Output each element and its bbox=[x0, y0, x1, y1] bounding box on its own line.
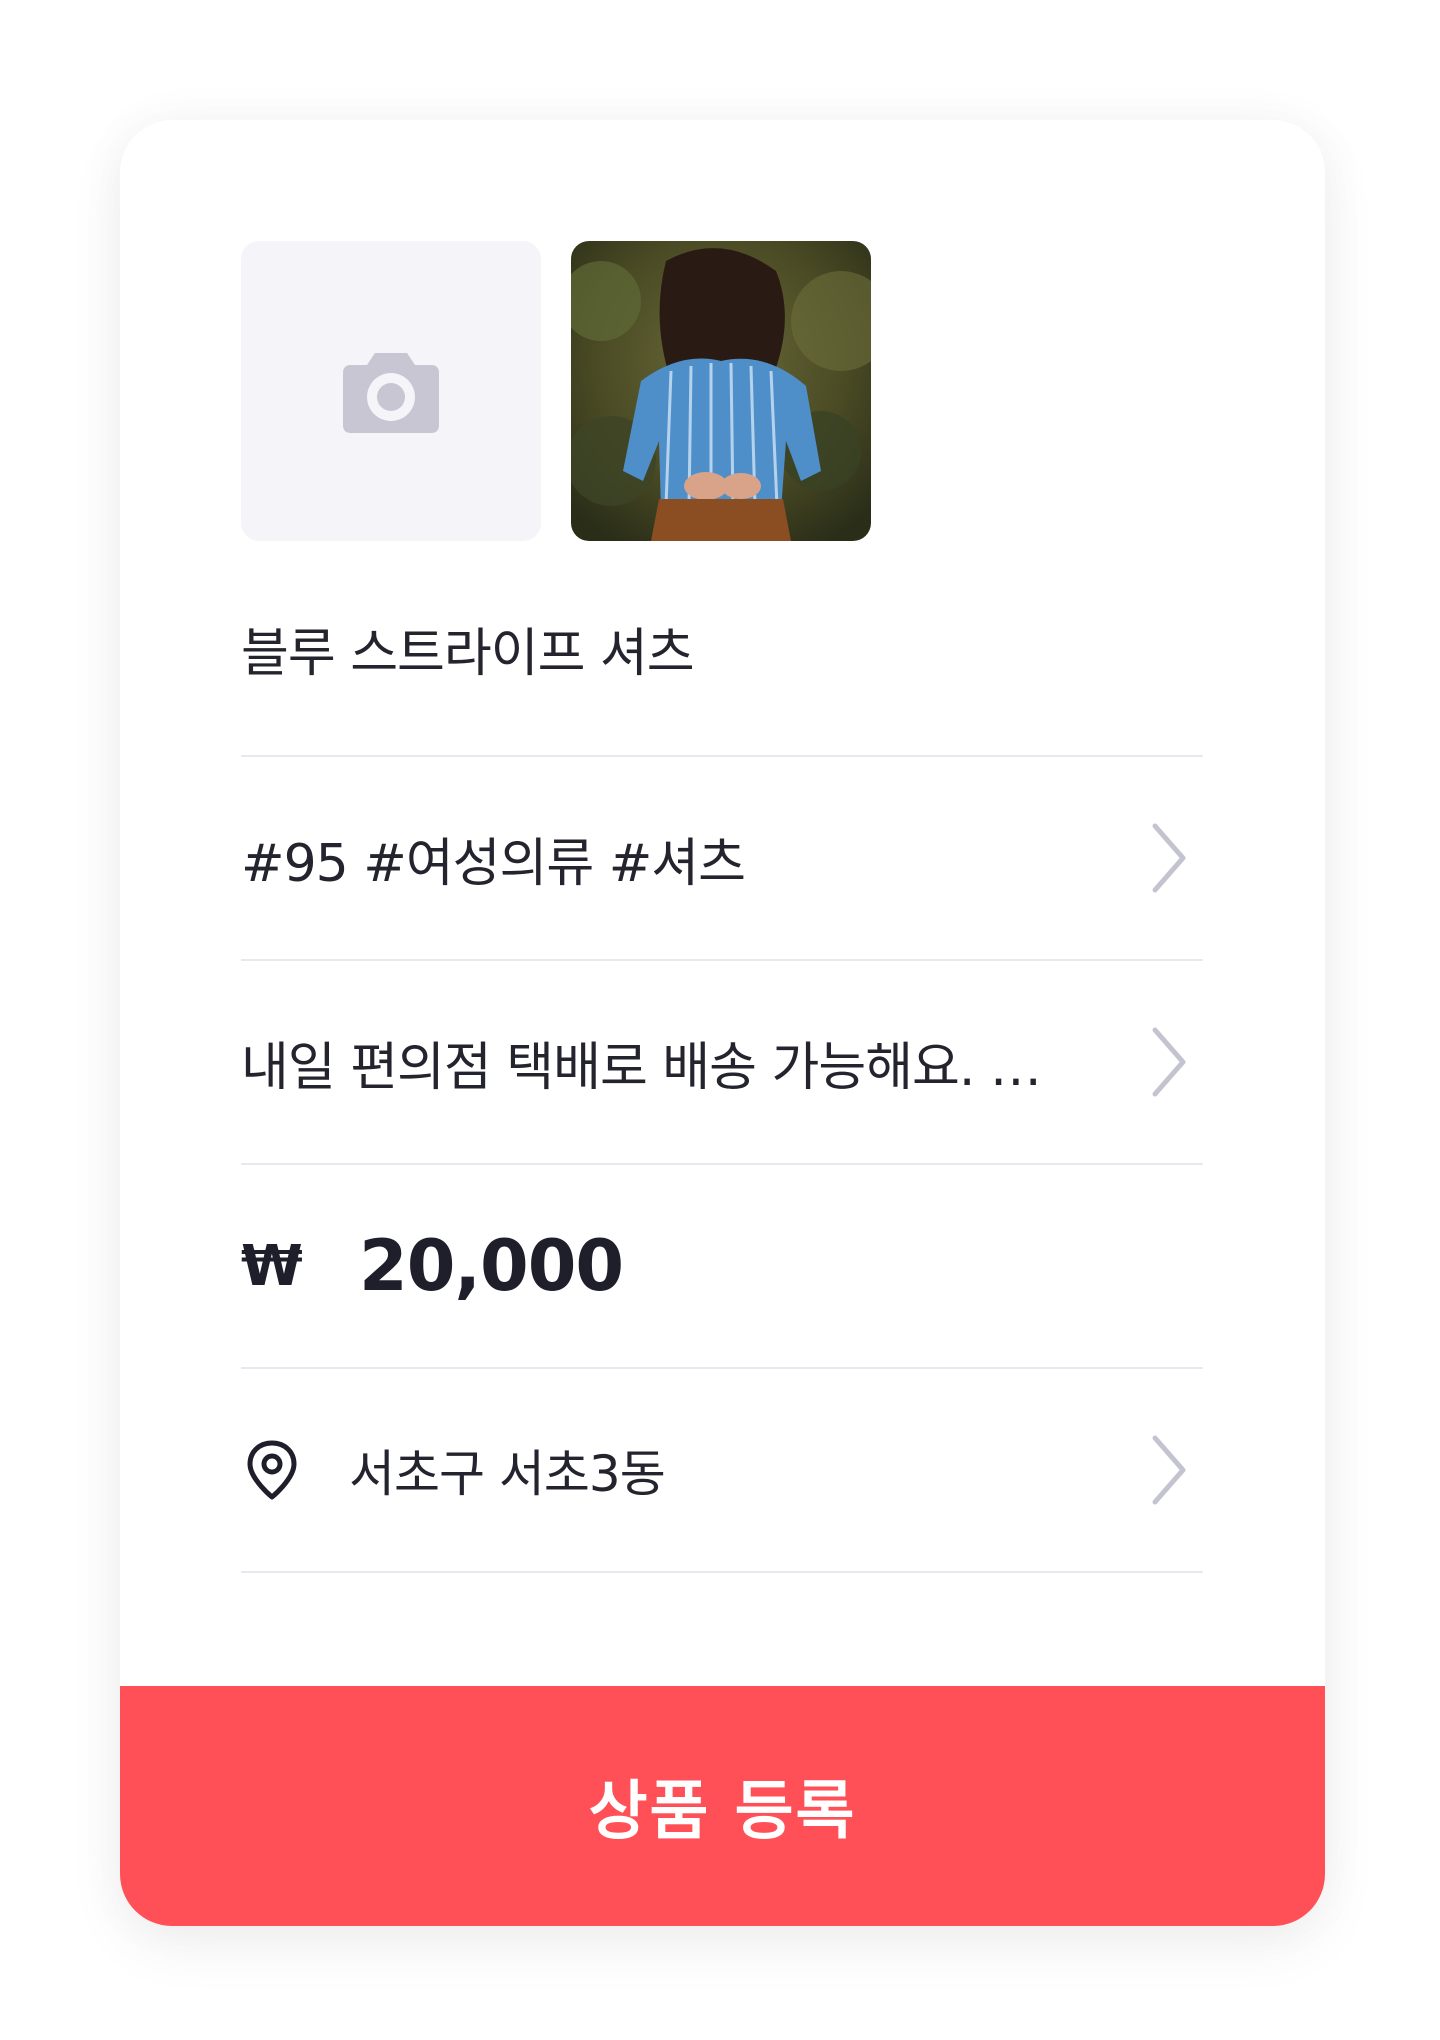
chevron-right-icon[interactable] bbox=[1149, 1434, 1189, 1506]
tags-value: #95 #여성의류 #셔츠 bbox=[241, 833, 746, 894]
chevron-right-icon[interactable] bbox=[1149, 822, 1189, 894]
add-photo-button[interactable] bbox=[241, 241, 541, 541]
location-pin-icon bbox=[247, 1440, 297, 1500]
product-photo[interactable] bbox=[571, 241, 871, 541]
price-amount: 20,000 bbox=[359, 1225, 624, 1307]
description-field[interactable]: 내일 편의점 택배로 배송 가능해요. … bbox=[241, 961, 1203, 1165]
price-field[interactable]: ₩ 20,000 bbox=[241, 1165, 1203, 1369]
location-value: 서초구 서초3동 bbox=[349, 1445, 666, 1503]
location-field[interactable]: 서초구 서초3동 bbox=[241, 1369, 1203, 1573]
submit-product-button[interactable]: 상품 등록 bbox=[120, 1686, 1325, 1926]
description-value: 내일 편의점 택배로 배송 가능해요. … bbox=[241, 1037, 1042, 1098]
photo-list bbox=[241, 241, 1203, 541]
chevron-right-icon[interactable] bbox=[1149, 1026, 1189, 1098]
currency-symbol: ₩ bbox=[241, 1233, 303, 1299]
tags-field[interactable]: #95 #여성의류 #셔츠 bbox=[241, 757, 1203, 961]
title-field[interactable]: 블루 스트라이프 셔츠 bbox=[241, 541, 1203, 757]
camera-icon bbox=[343, 353, 439, 433]
title-value: 블루 스트라이프 셔츠 bbox=[241, 623, 695, 684]
product-form-card: 블루 스트라이프 셔츠 #95 #여성의류 #셔츠 내일 편의점 택배로 배송 … bbox=[120, 120, 1325, 1926]
submit-button-label: 상품 등록 bbox=[588, 1775, 857, 1849]
form-content: 블루 스트라이프 셔츠 #95 #여성의류 #셔츠 내일 편의점 택배로 배송 … bbox=[241, 241, 1203, 1573]
